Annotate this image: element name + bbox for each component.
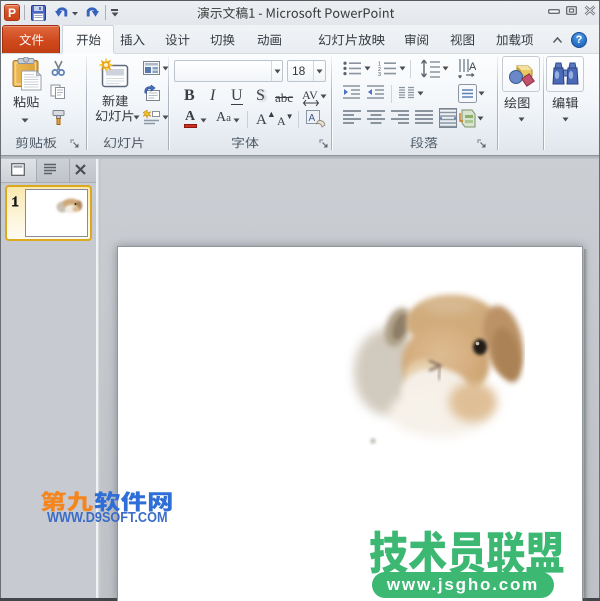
svg-text:A: A — [469, 61, 476, 73]
svg-text:A: A — [309, 113, 316, 124]
svg-text:3: 3 — [378, 72, 381, 76]
